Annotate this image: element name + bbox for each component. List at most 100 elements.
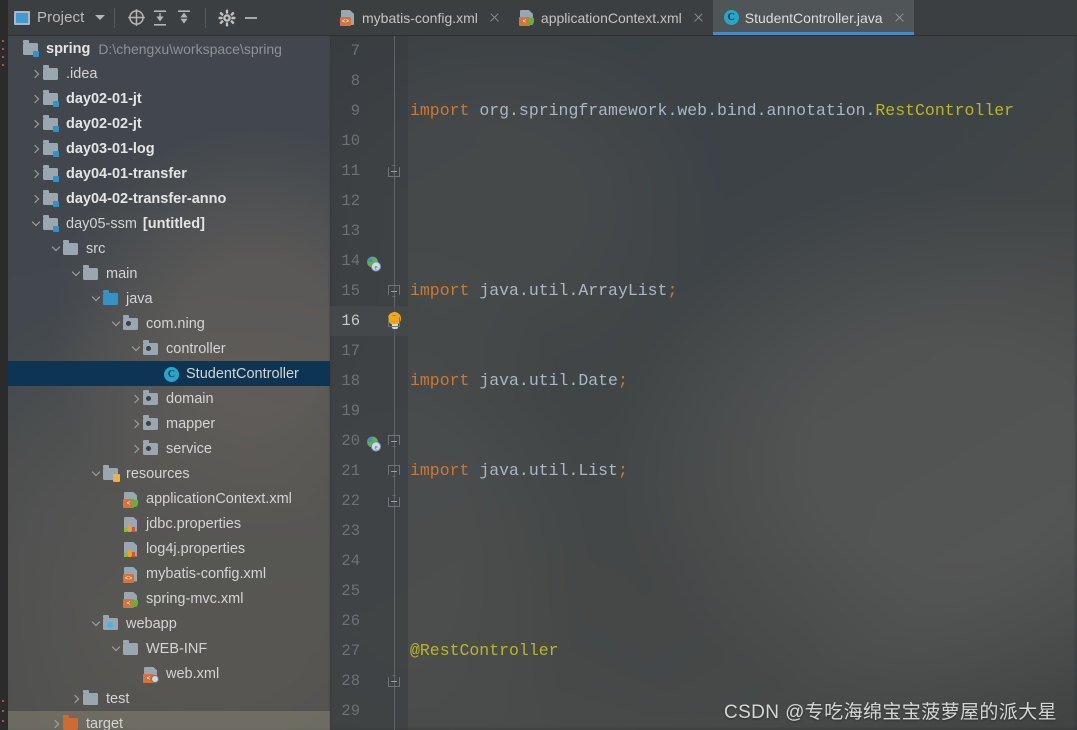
chevron-right-icon[interactable] — [28, 136, 43, 161]
chevron-right-icon[interactable] — [28, 86, 43, 111]
tree-item-com.ning[interactable]: com.ning — [0, 311, 330, 336]
editor-tab-studentcontroller-java[interactable]: C StudentController.java — [712, 0, 914, 35]
tree-item-log4j.properties[interactable]: log4j.properties — [0, 536, 330, 561]
run-gutter-icon[interactable]: e — [366, 433, 382, 452]
tree-item-label: web.xml — [166, 665, 220, 682]
tree-item-.idea[interactable]: .idea — [0, 61, 330, 86]
gutter-line-10[interactable]: 10 — [330, 126, 408, 156]
code-fold-icon[interactable] — [388, 285, 400, 297]
code-text-area[interactable]: import org.springframework.web.bind.anno… — [408, 36, 1077, 730]
tree-item-webapp[interactable]: webapp — [0, 611, 330, 636]
gutter-line-19[interactable]: 19 — [330, 396, 408, 426]
gutter-line-22[interactable]: 22 — [330, 486, 408, 516]
close-icon[interactable] — [692, 11, 705, 24]
gutter-line-17[interactable]: 17 — [330, 336, 408, 366]
gutter-line-15[interactable]: 15 — [330, 276, 408, 306]
gutter-line-29[interactable]: 29 — [330, 696, 408, 726]
tree-item-mybatis-config.xml[interactable]: <> mybatis-config.xml — [0, 561, 330, 586]
gutter-line-23[interactable]: 23 — [330, 516, 408, 546]
code-fold-icon[interactable] — [388, 435, 400, 447]
expand-all-icon[interactable] — [148, 6, 172, 30]
tree-item-domain[interactable]: domain — [0, 386, 330, 411]
gutter-line-9[interactable]: 9 — [330, 96, 408, 126]
chevron-down-icon[interactable] — [108, 636, 123, 661]
project-tree[interactable]: spring D:\chengxu\workspace\spring .idea da… — [0, 36, 330, 730]
chevron-down-icon[interactable] — [88, 286, 103, 311]
tree-item-day03-01-log[interactable]: day03-01-log — [0, 136, 330, 161]
gutter-line-18[interactable]: 18 — [330, 366, 408, 396]
gutter-line-14[interactable]: 14 e — [330, 246, 408, 276]
tree-item-mapper[interactable]: mapper — [0, 411, 330, 436]
tree-item-day02-01-jt[interactable]: day02-01-jt — [0, 86, 330, 111]
gutter-line-24[interactable]: 24 — [330, 546, 408, 576]
tree-item-web.xml[interactable]: < web.xml — [0, 661, 330, 686]
editor-gutter[interactable]: 7 8 9 10 11 12 13 14 e 15 16 17 18 19 20 e 21 22 23 24 25 26 2… — [330, 36, 408, 730]
chevron-right-icon[interactable] — [128, 411, 143, 436]
chevron-right-icon[interactable] — [28, 111, 43, 136]
tree-item-target[interactable]: target — [0, 711, 330, 730]
editor-tab-applicationcontext-xml[interactable]: < applicationContext.xml — [509, 0, 713, 35]
tree-item-day04-01-transfer[interactable]: day04-01-transfer — [0, 161, 330, 186]
tree-item-spring-mvc.xml[interactable]: < spring-mvc.xml — [0, 586, 330, 611]
gutter-line-25[interactable]: 25 — [330, 576, 408, 606]
tree-item-java[interactable]: java — [0, 286, 330, 311]
chevron-down-icon[interactable] — [68, 261, 83, 286]
gutter-line-13[interactable]: 13 — [330, 216, 408, 246]
code-view[interactable]: 7 8 9 10 11 12 13 14 e 15 16 17 18 19 20 e 21 22 23 24 25 26 2… — [330, 36, 1077, 730]
collapse-all-icon[interactable] — [172, 6, 196, 30]
tree-item-jdbc.properties[interactable]: jdbc.properties — [0, 511, 330, 536]
chevron-right-icon[interactable] — [128, 386, 143, 411]
code-fold-icon[interactable] — [388, 315, 400, 327]
gutter-line-12[interactable]: 12 — [330, 186, 408, 216]
tree-item-resources[interactable]: resources — [0, 461, 330, 486]
chevron-down-icon[interactable] — [48, 236, 63, 261]
tree-item-controller[interactable]: controller — [0, 336, 330, 361]
editor-tab-bar[interactable]: <> mybatis-config.xml < applicationContext.… — [330, 0, 1077, 36]
gutter-line-26[interactable]: 26 — [330, 606, 408, 636]
gutter-line-7[interactable]: 7 — [330, 36, 408, 66]
gutter-line-21[interactable]: 21 — [330, 456, 408, 486]
code-fold-icon[interactable] — [388, 495, 400, 507]
tree-item-tag: [untitled] — [142, 215, 205, 232]
chevron-right-icon[interactable] — [28, 61, 43, 86]
code-fold-icon[interactable] — [388, 675, 400, 687]
hide-icon[interactable] — [239, 6, 263, 30]
select-opened-file-icon[interactable] — [124, 6, 148, 30]
tree-item-web-inf[interactable]: WEB-INF — [0, 636, 330, 661]
tree-item-day02-02-jt[interactable]: day02-02-jt — [0, 111, 330, 136]
tree-item-day05-ssm[interactable]: day05-ssm [untitled] — [0, 211, 330, 236]
tree-item-day04-02-transfer-anno[interactable]: day04-02-transfer-anno — [0, 186, 330, 211]
chevron-right-icon[interactable] — [128, 436, 143, 461]
close-icon[interactable] — [893, 11, 906, 24]
chevron-right-icon[interactable] — [68, 686, 83, 711]
run-gutter-icon[interactable]: e — [366, 253, 382, 272]
chevron-down-icon[interactable] — [88, 611, 103, 636]
tree-item-main[interactable]: main — [0, 261, 330, 286]
gutter-line-20[interactable]: 20 e — [330, 426, 408, 456]
tree-item-applicationcontext.xml[interactable]: < applicationContext.xml — [0, 486, 330, 511]
gutter-line-27[interactable]: 27 — [330, 636, 408, 666]
close-icon[interactable] — [488, 11, 501, 24]
chevron-down-icon[interactable] — [128, 336, 143, 361]
folder-icon — [123, 640, 141, 657]
gutter-line-16[interactable]: 16 — [330, 306, 408, 336]
code-fold-icon[interactable] — [388, 165, 400, 177]
gutter-line-8[interactable]: 8 — [330, 66, 408, 96]
tree-item-spring[interactable]: spring D:\chengxu\workspace\spring — [0, 36, 330, 61]
gutter-line-11[interactable]: 11 — [330, 156, 408, 186]
project-view-selector[interactable]: Project — [14, 9, 106, 26]
chevron-down-icon[interactable] — [28, 211, 43, 236]
tree-item-service[interactable]: service — [0, 436, 330, 461]
editor-tab-mybatis-config-xml[interactable]: <> mybatis-config.xml — [330, 0, 509, 35]
chevron-down-icon[interactable] — [88, 461, 103, 486]
chevron-right-icon[interactable] — [28, 161, 43, 186]
gutter-line-28[interactable]: 28 — [330, 666, 408, 696]
chevron-right-icon[interactable] — [28, 186, 43, 211]
code-fold-icon[interactable] — [388, 465, 400, 477]
chevron-right-icon[interactable] — [48, 711, 63, 730]
settings-gear-icon[interactable] — [215, 6, 239, 30]
tree-item-test[interactable]: test — [0, 686, 330, 711]
tree-item-studentcontroller[interactable]: C StudentController — [0, 361, 330, 386]
tree-item-src[interactable]: src — [0, 236, 330, 261]
chevron-down-icon[interactable] — [108, 311, 123, 336]
